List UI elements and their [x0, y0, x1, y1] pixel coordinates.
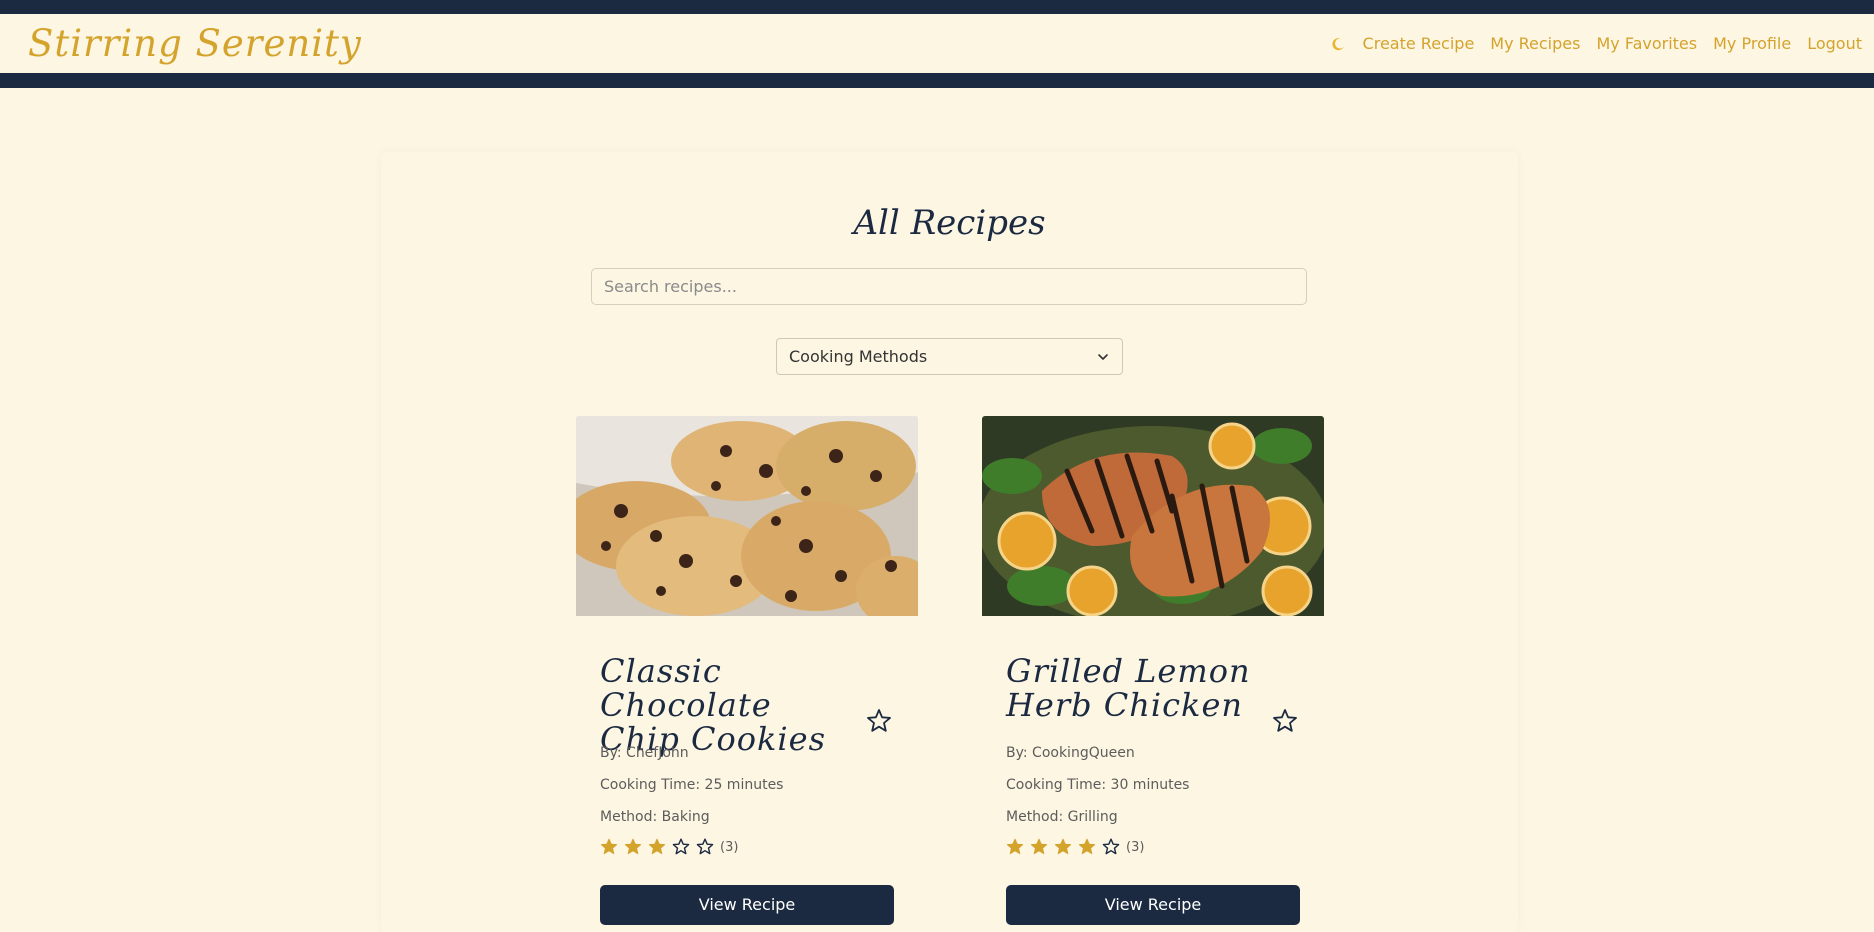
navbar-bottom-strip [0, 73, 1874, 88]
star-filled-icon[interactable] [624, 838, 642, 856]
recipe-method: Method: Grilling [1006, 809, 1118, 825]
recipe-rating: (3) [1006, 838, 1144, 856]
favorite-star-icon[interactable] [866, 708, 892, 734]
star-filled-icon[interactable] [1006, 838, 1024, 856]
nav-my-favorites[interactable]: My Favorites [1596, 34, 1697, 53]
star-empty-icon[interactable] [1102, 838, 1120, 856]
chevron-down-icon [1098, 353, 1108, 360]
recipe-cooking-time: Cooking Time: 25 minutes [600, 777, 784, 793]
recipe-card: Grilled Lemon Herb Chicken By: CookingQu… [982, 416, 1324, 925]
recipe-title[interactable]: Classic Chocolate Chip Cookies [600, 654, 862, 756]
view-recipe-button[interactable]: View Recipe [1006, 885, 1300, 925]
cooking-method-select[interactable]: Cooking Methods [776, 338, 1123, 375]
recipe-author: By: ChefJohn [600, 745, 689, 761]
theme-toggle-button[interactable] [1331, 37, 1347, 51]
recipe-method: Method: Baking [600, 809, 710, 825]
recipe-author: By: CookingQueen [1006, 745, 1135, 761]
recipe-cooking-time: Cooking Time: 30 minutes [1006, 777, 1190, 793]
nav-my-profile[interactable]: My Profile [1713, 34, 1791, 53]
moon-icon [1331, 37, 1344, 50]
nav-logout[interactable]: Logout [1807, 34, 1862, 53]
recipe-rating: (3) [600, 838, 738, 856]
nav-my-recipes[interactable]: My Recipes [1490, 34, 1580, 53]
navbar: Stirring Serenity Create Recipe My Recip… [0, 14, 1874, 73]
rating-count: (3) [1126, 839, 1145, 855]
star-filled-icon[interactable] [1078, 838, 1096, 856]
brand-logo[interactable]: Stirring Serenity [28, 22, 362, 65]
star-empty-icon[interactable] [672, 838, 690, 856]
star-filled-icon[interactable] [1054, 838, 1072, 856]
page-title: All Recipes [853, 203, 1046, 243]
nav-create-recipe[interactable]: Create Recipe [1363, 34, 1475, 53]
star-filled-icon[interactable] [648, 838, 666, 856]
star-filled-icon[interactable] [600, 838, 618, 856]
recipe-title[interactable]: Grilled Lemon Herb Chicken [1006, 654, 1268, 722]
favorite-star-icon[interactable] [1272, 708, 1298, 734]
search-input[interactable] [591, 268, 1307, 305]
star-filled-icon[interactable] [1030, 838, 1048, 856]
star-empty-icon[interactable] [696, 838, 714, 856]
grilled-lemon-chicken-image[interactable] [982, 416, 1324, 616]
chocolate-chip-cookies-image[interactable] [576, 416, 918, 616]
recipe-card: Classic Chocolate Chip Cookies By: ChefJ… [576, 416, 918, 925]
top-strip [0, 0, 1874, 14]
select-value: Cooking Methods [789, 347, 928, 366]
nav-links: Create Recipe My Recipes My Favorites My… [1331, 34, 1862, 53]
rating-count: (3) [720, 839, 739, 855]
view-recipe-button[interactable]: View Recipe [600, 885, 894, 925]
